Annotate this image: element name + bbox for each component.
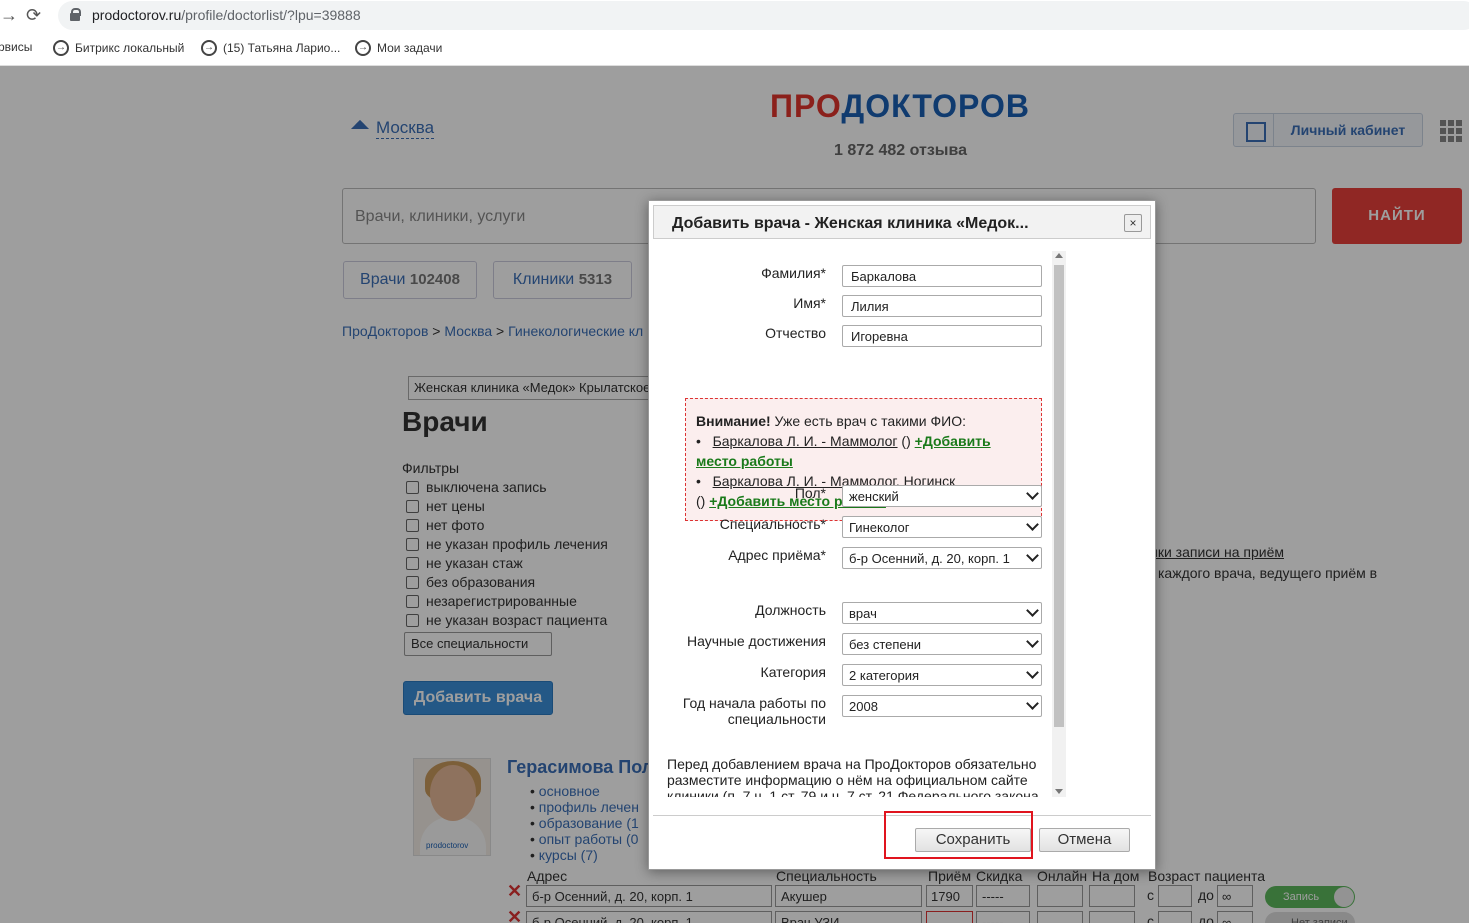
year-label: Год начала работы по специальности	[682, 695, 826, 727]
position-select[interactable]: врач	[842, 602, 1042, 624]
forward-arrow-icon[interactable]: →	[0, 5, 18, 26]
address-bar: → ⟳ prodoctorov.ru/profile/doctorlist/?l…	[0, 0, 1469, 31]
gender-select[interactable]: женский	[842, 485, 1042, 507]
scrollbar-thumb[interactable]	[1054, 265, 1064, 727]
patronymic-label: Отчество	[765, 325, 826, 341]
chevron-down-icon	[1026, 604, 1039, 617]
bookmark-bitrix[interactable]: → Битрикс локальный	[53, 40, 184, 56]
chevron-down-icon	[1026, 697, 1039, 710]
dialog-body: Фамилия* Баркалова Имя* Лилия Отчество И…	[654, 245, 1066, 797]
dialog-title: Добавить врача - Женская клиника «Медок.…	[672, 215, 1029, 232]
chevron-down-icon	[1026, 518, 1039, 531]
reload-icon[interactable]: ⟳	[26, 5, 41, 26]
specialty-label: Специальность*	[719, 516, 826, 532]
bookmarks-bar: рвисы → Битрикс локальный → (15) Татьяна Л…	[0, 31, 1469, 66]
lock-icon	[70, 8, 81, 21]
bookmark-tasks[interactable]: → Мои задачи	[355, 40, 442, 56]
last-name-field[interactable]: Баркалова	[842, 265, 1042, 287]
science-label: Научные достижения	[687, 633, 826, 649]
existing-doctor-link[interactable]: Баркалова Л. И. - Маммолог	[713, 433, 898, 449]
science-select[interactable]: без степени	[842, 633, 1042, 655]
patronymic-field[interactable]: Игоревна	[842, 325, 1042, 347]
year-select[interactable]: 2008	[842, 695, 1042, 717]
dialog-titlebar: Добавить врача - Женская клиника «Медок.…	[653, 205, 1151, 239]
last-name-label: Фамилия*	[761, 265, 826, 281]
bookmark-tatiana[interactable]: → (15) Татьяна Ларио...	[201, 40, 340, 56]
close-icon[interactable]: ×	[1124, 214, 1142, 232]
bookmark-services[interactable]: рвисы	[0, 40, 32, 54]
bookmark-arrow-icon: →	[201, 40, 217, 56]
scroll-up-icon[interactable]	[1055, 253, 1063, 258]
category-label: Категория	[760, 664, 826, 680]
url-field[interactable]: prodoctorov.ru/profile/doctorlist/?lpu=3…	[58, 1, 1469, 30]
first-name-field[interactable]: Лилия	[842, 295, 1042, 317]
chevron-down-icon	[1026, 635, 1039, 648]
gender-label: Пол*	[794, 485, 826, 501]
chevron-down-icon	[1026, 666, 1039, 679]
notice-text: Перед добавлением врача на ПроДокторов о…	[667, 756, 1039, 797]
bookmark-arrow-icon: →	[53, 40, 69, 56]
scroll-down-icon[interactable]	[1055, 789, 1063, 794]
cancel-button[interactable]: Отмена	[1039, 828, 1130, 852]
specialty-select[interactable]: Гинеколог	[842, 516, 1042, 538]
add-doctor-dialog: Добавить врача - Женская клиника «Медок.…	[648, 200, 1156, 870]
address-label: Адрес приёма*	[728, 547, 826, 563]
highlight-box	[884, 811, 1033, 859]
chevron-down-icon	[1026, 549, 1039, 562]
position-label: Должность	[755, 602, 826, 618]
chevron-down-icon	[1026, 487, 1039, 500]
category-select[interactable]: 2 категория	[842, 664, 1042, 686]
url-text: prodoctorov.ru/profile/doctorlist/?lpu=3…	[92, 7, 361, 23]
first-name-label: Имя*	[793, 295, 826, 311]
address-select[interactable]: б-р Осенний, д. 20, корп. 1	[842, 547, 1042, 569]
bookmark-arrow-icon: →	[355, 40, 371, 56]
